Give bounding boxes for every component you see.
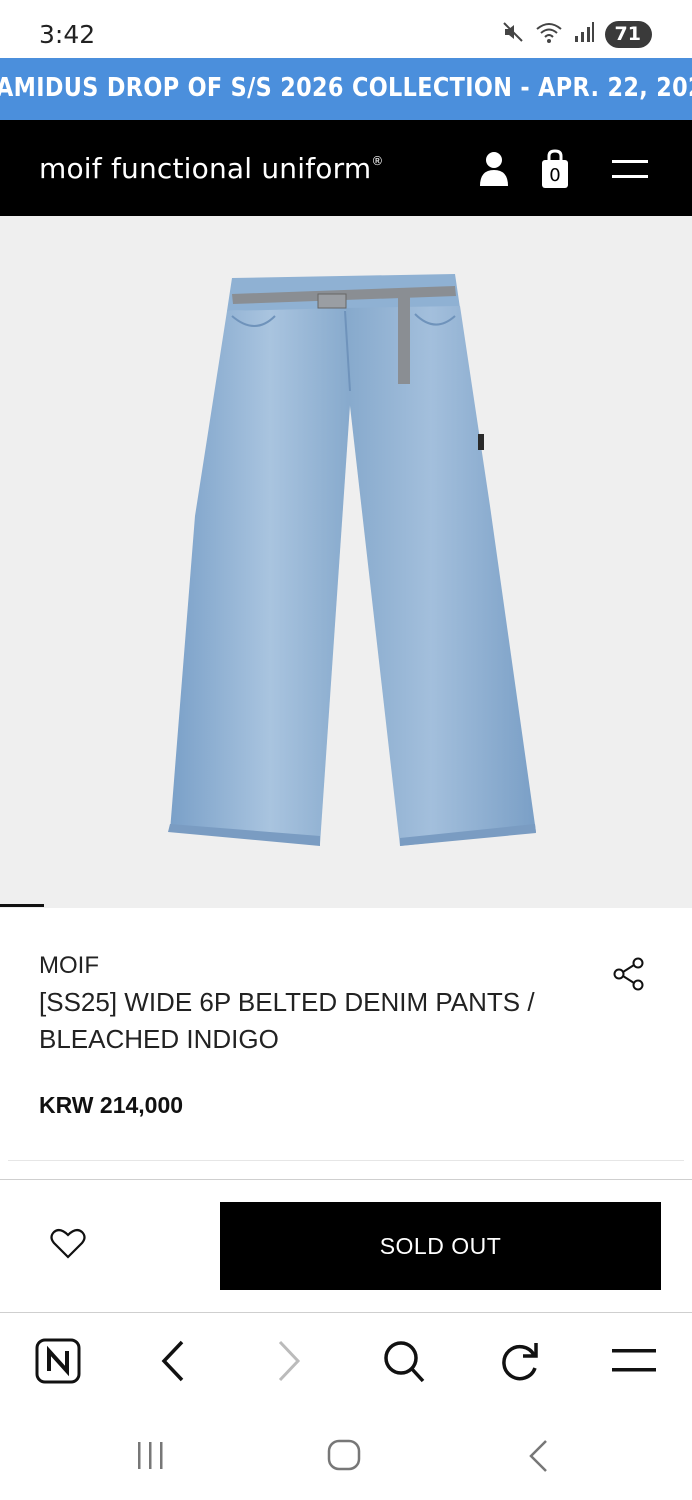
refresh-icon[interactable] [498, 1338, 542, 1389]
product-brand[interactable]: MOIF [39, 952, 99, 980]
wifi-icon [535, 20, 563, 49]
battery-badge: 71 [604, 21, 652, 48]
system-nav-bar [0, 1407, 692, 1500]
brand-name: moif functional uniform [39, 152, 372, 185]
search-icon[interactable] [382, 1338, 426, 1389]
image-slider-indicator [0, 904, 44, 907]
naver-icon[interactable] [35, 1338, 81, 1389]
forward-icon[interactable] [274, 1338, 304, 1389]
announcement-banner[interactable]: AMIDUS DROP OF S/S 2026 COLLECTION - APR… [0, 58, 692, 120]
banner-text: AMIDUS DROP OF S/S 2026 COLLECTION - APR… [0, 73, 692, 103]
status-bar: 3:42 71 [0, 0, 692, 58]
purchase-action-bar: SOLD OUT [0, 1180, 692, 1312]
wishlist-heart-icon[interactable] [50, 1228, 86, 1265]
cart-count: 0 [549, 165, 561, 186]
divider [8, 1160, 684, 1161]
home-icon[interactable] [327, 1439, 361, 1476]
brand-logo[interactable]: moif functional uniform® [39, 152, 384, 185]
status-icons: 71 [501, 20, 652, 49]
sold-out-button[interactable]: SOLD OUT [220, 1202, 661, 1290]
wide-denim-pants-image [168, 274, 536, 846]
product-image[interactable] [0, 216, 692, 908]
share-icon[interactable] [612, 956, 646, 997]
site-header: moif functional uniform® 0 [0, 120, 692, 216]
product-price: KRW 214,000 [39, 1092, 184, 1118]
back-icon[interactable] [158, 1338, 188, 1389]
shopping-bag-icon[interactable]: 0 [540, 148, 570, 195]
registered-mark: ® [371, 154, 384, 168]
browser-toolbar [0, 1313, 692, 1407]
system-back-icon[interactable] [526, 1439, 550, 1478]
browser-menu-icon[interactable] [612, 1347, 656, 1380]
status-time: 3:42 [39, 20, 96, 49]
user-icon[interactable] [478, 148, 510, 193]
recent-apps-icon[interactable] [135, 1440, 165, 1475]
mute-icon [501, 20, 525, 49]
product-title: [SS25] WIDE 6P BELTED DENIM PANTS / BLEA… [39, 987, 535, 1054]
signal-icon [573, 21, 595, 48]
menu-icon[interactable] [612, 158, 648, 185]
